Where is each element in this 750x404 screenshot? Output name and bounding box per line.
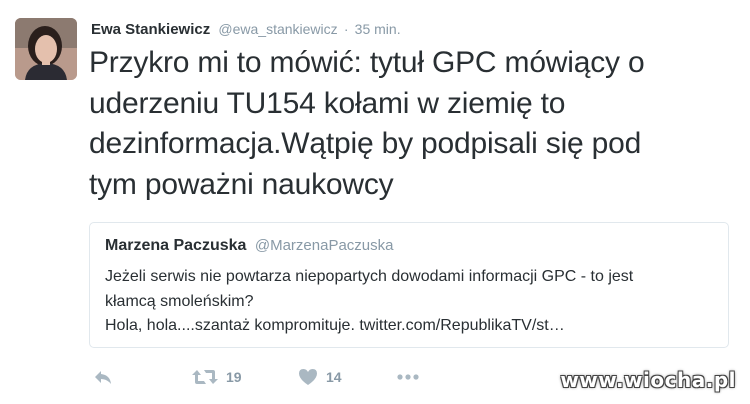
quoted-tweet-text: Jeżeli serwis nie powtarza niepopartych … [105, 265, 705, 339]
avatar[interactable] [15, 18, 77, 80]
quoted-author-handle: @MarzenaPaczuska [254, 237, 394, 254]
reply-button[interactable] [93, 364, 113, 390]
quoted-tweet-header: Marzena Paczuska @MarzenaPaczuska [105, 237, 393, 255]
quoted-text-line: kłamcą smoleńskim? [105, 292, 254, 310]
heart-icon [298, 368, 318, 386]
tweet-text-line: Przykro mi to mówić: tytuł GPC mówiący o [89, 46, 645, 79]
tweet-text: Przykro mi to mówić: tytuł GPC mówiący o… [89, 43, 734, 205]
more-button[interactable] [397, 364, 419, 390]
quoted-tweet[interactable]: Marzena Paczuska @MarzenaPaczuska Jeżeli… [89, 222, 729, 348]
quoted-author-name: Marzena Paczuska [105, 237, 247, 254]
tweet-header: Ewa Stankiewicz @ewa_stankiewicz · 35 mi… [91, 19, 401, 40]
quoted-text-line: Jeżeli serwis nie powtarza niepopartych … [105, 268, 634, 285]
tweet-text-line: dezinformacja.Wątpię by podpisali się po… [89, 127, 642, 160]
more-icon [397, 374, 419, 380]
like-button[interactable]: 14 [298, 364, 342, 390]
timestamp[interactable]: 35 min. [355, 21, 401, 37]
retweet-icon [192, 369, 218, 385]
retweet-count: 19 [226, 369, 242, 385]
tweet: Ewa Stankiewicz @ewa_stankiewicz · 35 mi… [0, 0, 750, 404]
watermark: www.wiocha.pl [560, 368, 736, 392]
quoted-text-line: Hola, hola....szantaż kompromituje. twit… [105, 317, 565, 334]
retweet-button[interactable]: 19 [192, 364, 242, 390]
tweet-text-line: uderzeniu TU154 kołami w ziemię to [89, 86, 566, 120]
author-name[interactable]: Ewa Stankiewicz [91, 21, 210, 38]
reply-icon [93, 369, 113, 385]
author-handle[interactable]: @ewa_stankiewicz [218, 21, 337, 37]
separator: · [343, 21, 349, 37]
tweet-text-line: tym poważni naukowcy [89, 167, 394, 201]
like-count: 14 [326, 369, 342, 385]
